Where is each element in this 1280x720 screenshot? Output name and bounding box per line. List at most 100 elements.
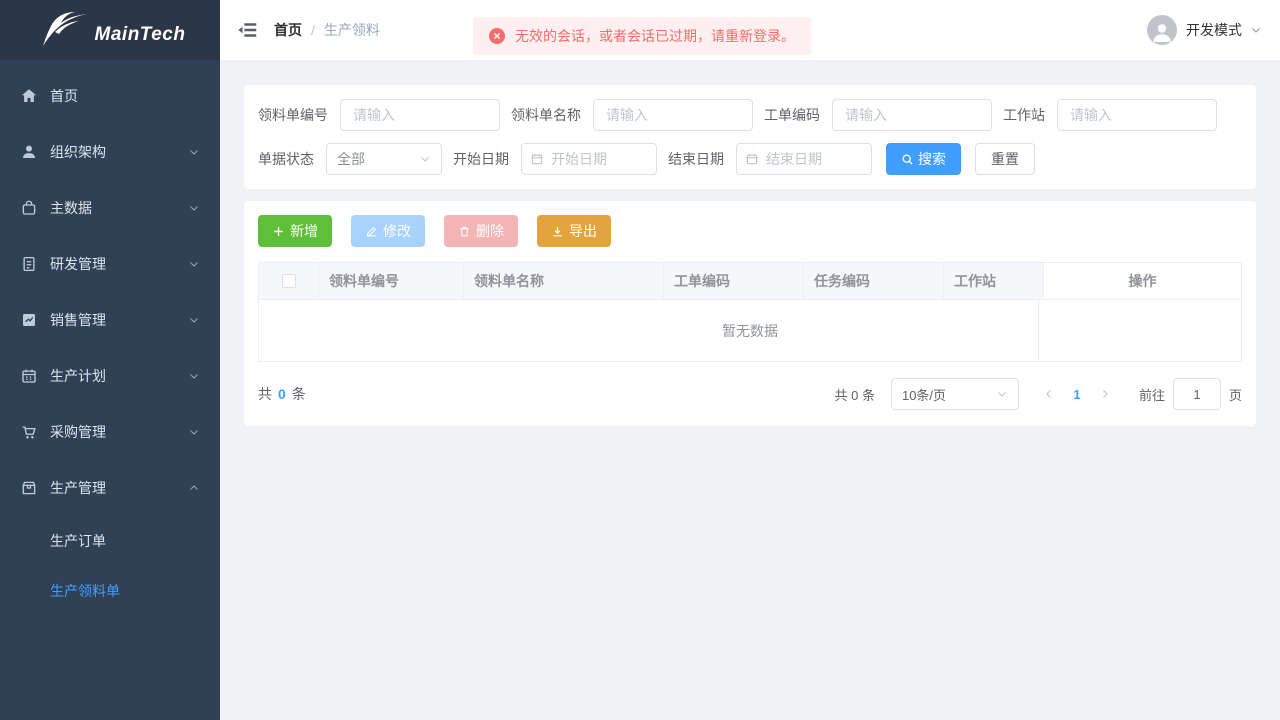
table-card: 新增 修改 删除 导出	[244, 201, 1256, 426]
edit-button-label: 修改	[383, 221, 411, 241]
sidebar-item-purchasing[interactable]: 采购管理	[0, 404, 220, 460]
chevron-down-icon	[188, 426, 200, 438]
content: 领料单编号 领料单名称 工单编码 工作站	[220, 60, 1280, 426]
table-header-select	[259, 263, 319, 299]
status-select[interactable]: 全部	[326, 143, 442, 175]
logo-swoosh-icon	[35, 10, 91, 50]
main-area: 首页 / 生产领料 无效的会话，或者会话已过期，请重新登录。 开发模式	[220, 0, 1280, 720]
prev-page-button[interactable]	[1035, 380, 1063, 408]
sidebar-subitem-label: 生产订单	[50, 531, 106, 551]
sidebar-item-sales[interactable]: 销售管理	[0, 292, 220, 348]
add-button-label: 新增	[290, 221, 318, 241]
pagination-row: 共0条 共 0 条 10条/页 1	[258, 378, 1242, 412]
work-order-label: 工单编码	[764, 105, 820, 125]
start-date-picker[interactable]: 开始日期	[521, 143, 657, 175]
trash-icon	[458, 225, 471, 238]
user-menu[interactable]: 开发模式	[1147, 15, 1262, 45]
chevron-down-icon	[188, 146, 200, 158]
sidebar-subitem-label: 生产领料单	[50, 581, 120, 601]
total-suffix: 条	[292, 386, 306, 402]
goto-page: 前往 页	[1139, 378, 1242, 410]
download-icon	[551, 225, 564, 238]
sidebar-item-master-data[interactable]: 主数据	[0, 180, 220, 236]
work-order-input[interactable]	[832, 99, 992, 131]
edit-button[interactable]: 修改	[351, 215, 425, 247]
table-header-actions: 操作	[1044, 263, 1241, 299]
total-prefix: 共	[258, 386, 272, 402]
filter-card: 领料单编号 领料单名称 工单编码 工作站	[244, 85, 1256, 189]
avatar	[1147, 15, 1177, 45]
sidebar-item-label: 采购管理	[50, 422, 106, 442]
pagination-controls: 共 0 条 10条/页 1	[835, 378, 1243, 410]
breadcrumb-current: 生产领料	[324, 20, 380, 40]
sidebar-item-rnd[interactable]: 研发管理	[0, 236, 220, 292]
logo-text: MainTech	[95, 24, 186, 46]
sidebar-item-organization[interactable]: 组织架构	[0, 124, 220, 180]
reset-button[interactable]: 重置	[975, 143, 1035, 175]
sidebar-subitem-production-picking[interactable]: 生产领料单	[0, 566, 220, 616]
sidebar-item-production-mgmt[interactable]: 生产管理	[0, 460, 220, 516]
chevron-down-icon	[419, 153, 431, 165]
export-button[interactable]: 导出	[537, 215, 611, 247]
sidebar-item-label: 生产管理	[50, 478, 106, 498]
receipt-no-label: 领料单编号	[258, 105, 328, 125]
end-date-picker[interactable]: 结束日期	[736, 143, 872, 175]
sidebar-item-label: 主数据	[50, 198, 92, 218]
user-icon	[20, 143, 38, 161]
add-button[interactable]: 新增	[258, 215, 332, 247]
document-icon	[20, 255, 38, 273]
receipt-name-input[interactable]	[593, 99, 753, 131]
sidebar-subitem-production-orders[interactable]: 生产订单	[0, 516, 220, 566]
sidebar-item-label: 首页	[50, 86, 78, 106]
sidebar-item-label: 生产计划	[50, 366, 106, 386]
sidebar-item-label: 研发管理	[50, 254, 106, 274]
sidebar-item-production-plan[interactable]: 生产计划	[0, 348, 220, 404]
sidebar-item-home[interactable]: 首页	[0, 68, 220, 124]
receipt-no-input[interactable]	[340, 99, 500, 131]
calendar-icon	[20, 367, 38, 385]
chevron-down-icon	[188, 314, 200, 326]
total-count-left: 共0条	[258, 384, 306, 404]
reset-button-label: 重置	[991, 149, 1019, 169]
search-button[interactable]: 搜索	[886, 143, 961, 175]
cart-icon	[20, 423, 38, 441]
table-header-row: 领料单编号 领料单名称 工单编码 任务编码 工作站 操作	[259, 263, 1241, 299]
chevron-down-icon	[188, 258, 200, 270]
sidebar-fold-icon[interactable]	[237, 19, 259, 41]
calendar-icon	[530, 152, 544, 166]
goto-label: 前往	[1139, 385, 1165, 404]
page-number-1[interactable]: 1	[1063, 380, 1091, 408]
export-button-label: 导出	[569, 221, 597, 241]
filter-status: 单据状态 全部	[258, 143, 442, 175]
page-size-select[interactable]: 10条/页	[891, 378, 1019, 410]
delete-button[interactable]: 删除	[444, 215, 518, 247]
sidebar-item-label: 销售管理	[50, 310, 106, 330]
error-circle-icon	[489, 28, 505, 44]
search-button-label: 搜索	[918, 149, 946, 169]
workstation-input[interactable]	[1057, 99, 1217, 131]
total-count-right: 共 0 条	[835, 385, 875, 404]
app-root: MainTech 首页 组织架构 主数据 研发管理	[0, 0, 1280, 720]
pager: 1	[1035, 380, 1119, 408]
chart-icon	[20, 311, 38, 329]
chevron-down-icon	[188, 202, 200, 214]
select-all-checkbox[interactable]	[282, 274, 296, 288]
filter-row-2: 单据状态 全部 开始日期 开始日期 结束日期	[258, 143, 1242, 175]
filter-start-date: 开始日期 开始日期	[453, 143, 657, 175]
end-date-label: 结束日期	[668, 149, 724, 169]
chevron-down-icon	[188, 370, 200, 382]
search-icon	[901, 153, 914, 166]
goto-page-input[interactable]	[1173, 378, 1221, 410]
breadcrumb-home[interactable]: 首页	[274, 20, 302, 40]
status-label: 单据状态	[258, 149, 314, 169]
logo: MainTech	[0, 0, 220, 60]
table-header-receipt-no: 领料单编号	[319, 263, 464, 299]
table-header-task-code: 任务编码	[804, 263, 944, 299]
page-size-value: 10条/页	[902, 385, 996, 404]
error-toast-text: 无效的会话，或者会话已过期，请重新登录。	[515, 26, 795, 46]
table-header-work-order: 工单编码	[664, 263, 804, 299]
end-date-placeholder: 结束日期	[766, 149, 822, 169]
avatar-user-icon	[1150, 19, 1174, 45]
next-page-button[interactable]	[1091, 380, 1119, 408]
filter-work-order: 工单编码	[764, 99, 992, 131]
